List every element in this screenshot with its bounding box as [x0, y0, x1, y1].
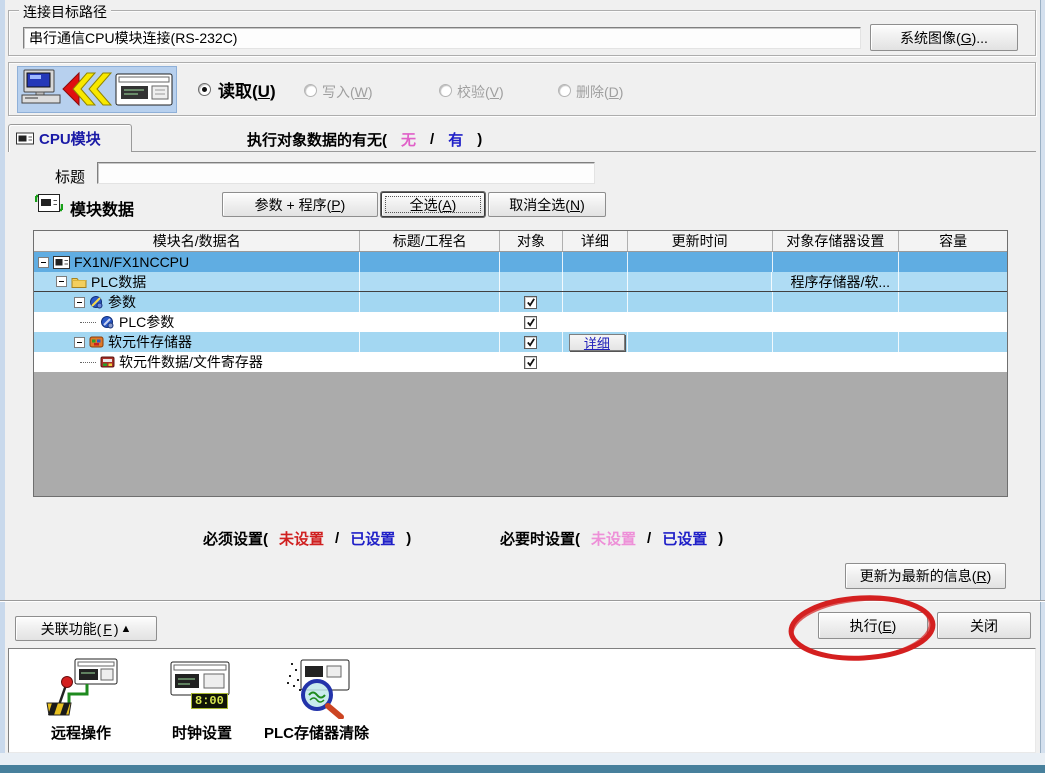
tree-connector [80, 322, 96, 323]
check-icon [526, 317, 536, 327]
window-border-right [1040, 0, 1045, 773]
presence-has-label: 有 [448, 129, 463, 150]
remote-operation-item[interactable]: 远程操作 [31, 657, 131, 743]
connection-path-group-label: 连接目标路径 [19, 2, 111, 22]
check-icon [526, 297, 536, 307]
optional-set-label: 已设置 [662, 528, 707, 549]
collapse-icon[interactable] [74, 337, 85, 348]
write-radio-label: 写入(W) [322, 82, 373, 102]
collapse-icon[interactable] [74, 297, 85, 308]
check-icon [526, 357, 536, 367]
window-border-bottom-inner [0, 753, 1045, 765]
clock-display: 8:00 [191, 693, 228, 709]
tab-cpu-module-label: CPU模块 [39, 128, 101, 149]
plc-memory-clear-item[interactable]: PLC存储器清除 [254, 657, 379, 743]
related-functions-button[interactable]: 关联功能(F) ▲ [15, 616, 157, 641]
tab-strip-line [8, 151, 1036, 152]
col-module-name[interactable]: 模块名/数据名 [34, 231, 360, 251]
param-program-button[interactable]: 参数 + 程序(P) [222, 192, 378, 217]
delete-radio-label: 删除(D) [576, 82, 623, 102]
tree-node-label: PLC参数 [119, 312, 174, 332]
window-border-left [0, 0, 5, 773]
clock-setting-item[interactable]: 8:00 时钟设置 [154, 657, 250, 743]
table-row[interactable]: 软元件数据/文件寄存器 [34, 352, 1007, 372]
detail-button[interactable]: 详细 [569, 334, 625, 351]
tree-node-label: 软元件存储器 [108, 332, 192, 352]
remote-operation-icon [43, 657, 119, 719]
plc-memory-clear-icon [279, 657, 355, 719]
plc-data-folder-icon [71, 275, 87, 288]
title-label: 标题 [55, 166, 85, 187]
col-detail[interactable]: 详细 [563, 231, 628, 251]
presence-none-label: 无 [401, 129, 416, 150]
device-data-icon [100, 355, 115, 369]
tree-node-label: PLC数据 [91, 272, 146, 291]
plc-parameter-icon [100, 315, 115, 329]
col-memory-setting[interactable]: 对象存储器设置 [773, 231, 900, 251]
window-border-bottom [0, 765, 1045, 773]
pc-to-plc-read-icon [18, 67, 176, 112]
tree-node-label: 软元件数据/文件寄存器 [119, 352, 263, 372]
deselect-all-button[interactable]: 取消全选(N) [488, 192, 606, 217]
connection-path-group: 连接目标路径 串行通信CPU模块连接(RS-232C) 系统图像(G)... [8, 10, 1036, 56]
title-input[interactable] [97, 162, 595, 184]
target-checkbox-checked[interactable] [524, 296, 537, 309]
related-functions-panel: 远程操作 8:00 时钟设置 [8, 648, 1036, 753]
module-data-table: 模块名/数据名 标题/工程名 对象 详细 更新时间 对象存储器设置 容量 FX1… [33, 230, 1008, 497]
device-memory-icon [89, 335, 104, 349]
system-image-button[interactable]: 系统图像(G)... [870, 24, 1018, 51]
tab-cpu-module[interactable]: CPU模块 [8, 124, 132, 152]
clock-setting-label: 时钟设置 [172, 722, 232, 743]
read-radio[interactable] [198, 83, 211, 96]
write-radio [304, 84, 317, 97]
remote-operation-label: 远程操作 [51, 722, 111, 743]
clock-setting-icon [164, 657, 240, 719]
tree-node-label: FX1N/FX1NCCPU [74, 254, 189, 270]
collapse-icon[interactable] [56, 276, 67, 287]
footer-separator [0, 600, 1045, 602]
required-not-set-label: 未设置 [279, 528, 324, 549]
module-data-label: 模块数据 [70, 196, 134, 220]
tree-node-label: 参数 [108, 292, 136, 312]
exec-target-presence: 执行对象数据的有无( 无 / 有 ) [247, 129, 482, 150]
plc-memory-clear-label: PLC存储器清除 [264, 722, 369, 743]
table-row[interactable]: FX1N/FX1NCCPU [34, 252, 1007, 272]
delete-radio [558, 84, 571, 97]
tree-connector [80, 362, 96, 363]
optional-setting-legend: 必要时设置( 未设置 / 已设置 ) [500, 528, 723, 549]
target-checkbox-checked[interactable] [524, 356, 537, 369]
table-row[interactable]: 软元件存储器 详细 [34, 332, 1007, 352]
target-checkbox-checked[interactable] [524, 316, 537, 329]
module-data-icon [35, 191, 63, 215]
optional-not-set-label: 未设置 [591, 528, 636, 549]
connection-direction-graphic [17, 66, 177, 113]
col-title-project[interactable]: 标题/工程名 [360, 231, 500, 251]
execute-button[interactable]: 执行(E) [818, 612, 928, 639]
refresh-info-button[interactable]: 更新为最新的信息(R) [845, 563, 1006, 589]
cpu-module-icon [53, 256, 70, 269]
col-update-time[interactable]: 更新时间 [628, 231, 773, 251]
connection-path-field[interactable]: 串行通信CPU模块连接(RS-232C) [23, 27, 861, 49]
table-row[interactable]: 参数 [34, 292, 1007, 312]
check-icon [526, 337, 536, 347]
triangle-up-icon: ▲ [121, 623, 132, 635]
col-target[interactable]: 对象 [500, 231, 563, 251]
cpu-module-icon [16, 132, 34, 145]
col-capacity[interactable]: 容量 [899, 231, 1007, 251]
collapse-icon[interactable] [38, 257, 49, 268]
target-checkbox-checked[interactable] [524, 336, 537, 349]
read-radio-label[interactable]: 读取(U) [218, 77, 276, 102]
table-row[interactable]: PLC参数 [34, 312, 1007, 332]
memory-setting-value: 程序存储器/软... [772, 272, 899, 291]
required-set-label: 已设置 [350, 528, 395, 549]
table-header: 模块名/数据名 标题/工程名 对象 详细 更新时间 对象存储器设置 容量 [34, 231, 1007, 252]
table-row[interactable]: PLC数据 程序存储器/软... [34, 272, 1007, 292]
required-setting-legend: 必须设置( 未设置 / 已设置 ) [203, 528, 411, 549]
select-all-button[interactable]: 全选(A) [381, 192, 485, 217]
parameter-icon [89, 295, 104, 309]
close-button[interactable]: 关闭 [937, 612, 1031, 639]
mode-toolbar: 读取(U) 写入(W) 校验(V) 删除(D) [8, 62, 1036, 116]
verify-radio-label: 校验(V) [457, 82, 504, 102]
verify-radio [439, 84, 452, 97]
